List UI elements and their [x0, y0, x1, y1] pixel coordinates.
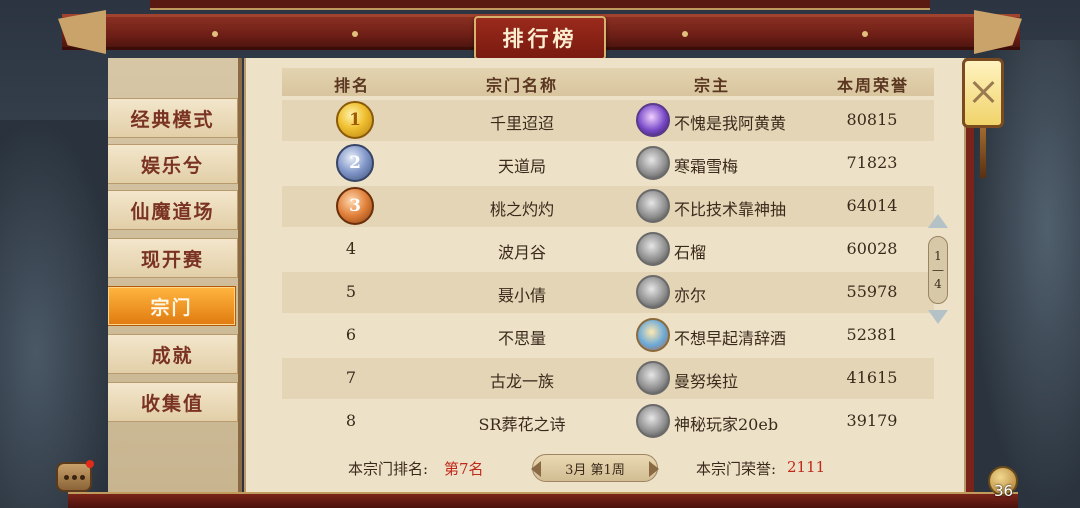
rank-number: 7: [345, 368, 357, 387]
sect-name: 桃之灼灼: [489, 200, 554, 219]
leader-name: 不比技术靠神抽: [674, 200, 787, 219]
tab-classic-mode[interactable]: 经典模式: [108, 98, 238, 138]
my-sect-honor-value: 2111: [787, 458, 826, 476]
leader-avatar[interactable]: [636, 275, 670, 309]
page-divider: —: [932, 263, 944, 277]
background-mountain-left: [0, 120, 120, 508]
leader-avatar[interactable]: [636, 189, 670, 223]
week-label: 3月 第1周: [565, 462, 625, 478]
leader-avatar[interactable]: [636, 103, 670, 137]
honor-value: 52381: [846, 325, 898, 344]
tab-open-tournament[interactable]: 现开赛: [108, 238, 238, 278]
table-row[interactable]: 6 不思量 不想早起清辞酒 52381: [282, 315, 934, 356]
scroll-up-arrow-icon[interactable]: [928, 214, 948, 228]
leader-name: 曼努埃拉: [674, 372, 739, 391]
page-current: 1: [934, 249, 942, 263]
sect-name: 波月谷: [497, 243, 546, 262]
table-row[interactable]: 1 千里迢迢 不愧是我阿黄黄 80815: [282, 100, 934, 141]
tab-immortal-demon-arena[interactable]: 仙魔道场: [108, 190, 238, 230]
sect-name: 古龙一族: [489, 372, 554, 391]
leader-avatar[interactable]: [636, 318, 670, 352]
page-indicator: 1 — 4: [928, 236, 948, 304]
rank-number: 5: [345, 282, 357, 301]
table-header: 排名 宗门名称 宗主 本周荣誉: [282, 68, 934, 96]
leader-name: 不愧是我阿黄黄: [674, 114, 787, 133]
close-icon[interactable]: [971, 80, 995, 104]
notification-dot: [86, 460, 94, 468]
table-row[interactable]: 2 天道局 寒霜雪梅 71823: [282, 143, 934, 184]
leaderboard-footer: 本宗门排名: 第7名 3月 第1周 本宗门荣誉: 2111: [246, 454, 968, 484]
table-row[interactable]: 4 波月谷 石榴 60028: [282, 229, 934, 270]
rank-number: 6: [345, 325, 357, 344]
leader-name: 寒霜雪梅: [674, 157, 739, 176]
bronze-medal-icon: 3: [336, 187, 374, 225]
sect-name: 天道局: [497, 157, 546, 176]
sect-name: 不思量: [497, 329, 546, 348]
honor-value: 80815: [846, 110, 898, 129]
bottom-beam: [68, 492, 1018, 508]
prev-week-arrow-icon[interactable]: [531, 461, 541, 477]
tab-entertainment[interactable]: 娱乐兮: [108, 144, 238, 184]
leader-avatar[interactable]: [636, 232, 670, 266]
tab-collection-value[interactable]: 收集值: [108, 382, 238, 422]
beam-stud: [862, 31, 868, 37]
rank-number: 4: [345, 239, 357, 258]
rank-number: 8: [345, 411, 357, 430]
leader-name: 神秘玩家20eb: [674, 415, 779, 434]
sect-name: SR葬花之诗: [478, 415, 566, 434]
leader-avatar[interactable]: [636, 361, 670, 395]
table-row[interactable]: 3 桃之灼灼 不比技术靠神抽 64014: [282, 186, 934, 227]
leaderboard-panel: 排名 宗门名称 宗主 本周荣誉 1 千里迢迢 不愧是我阿黄黄 80815 2 天…: [244, 58, 966, 494]
beam-stud: [352, 31, 358, 37]
top-trim: [150, 0, 930, 10]
my-sect-rank-label: 本宗门排名:: [348, 460, 429, 478]
gourd-count: 36: [994, 482, 1014, 500]
scroll-down-arrow-icon[interactable]: [928, 310, 948, 324]
title-plaque: 排行榜: [474, 16, 606, 60]
header-rank: 排名: [333, 76, 370, 95]
sect-name: 千里迢迢: [489, 114, 554, 133]
my-sect-rank-value: 第7名: [444, 460, 484, 478]
sect-name: 聂小倩: [497, 286, 546, 305]
header-sect-name: 宗门名称: [485, 76, 558, 95]
lantern-tassel: [980, 128, 986, 178]
header-leader: 宗主: [693, 76, 730, 95]
tab-sect[interactable]: 宗门: [108, 286, 236, 326]
honor-value: 55978: [846, 282, 898, 301]
honor-value: 41615: [846, 368, 898, 387]
honor-value: 64014: [846, 196, 898, 215]
leader-avatar[interactable]: [636, 146, 670, 180]
gold-medal-icon: 1: [336, 101, 374, 139]
honor-value: 60028: [846, 239, 898, 258]
tab-achievement[interactable]: 成就: [108, 334, 238, 374]
page-total: 4: [934, 277, 942, 291]
beam-stud: [682, 31, 688, 37]
my-sect-honor-label: 本宗门荣誉:: [696, 460, 777, 478]
honor-value: 71823: [846, 153, 898, 172]
page-scroller[interactable]: 1 — 4: [928, 214, 948, 324]
beam-stud: [212, 31, 218, 37]
next-week-arrow-icon[interactable]: [649, 461, 659, 477]
table-row[interactable]: 7 古龙一族 曼努埃拉 41615: [282, 358, 934, 399]
sidebar: 经典模式 娱乐兮 仙魔道场 现开赛 宗门 成就 收集值: [108, 58, 242, 494]
honor-value: 39179: [846, 411, 898, 430]
leader-name: 石榴: [674, 243, 707, 262]
header-weekly-honor: 本周荣誉: [836, 76, 909, 95]
week-selector[interactable]: 3月 第1周: [531, 454, 659, 482]
leader-name: 亦尔: [674, 286, 707, 305]
leader-avatar[interactable]: [636, 404, 670, 438]
silver-medal-icon: 2: [336, 144, 374, 182]
table-row[interactable]: 8 SR葬花之诗 神秘玩家20eb 39179: [282, 401, 934, 442]
page-title: 排行榜: [502, 26, 578, 51]
table-row[interactable]: 5 聂小倩 亦尔 55978: [282, 272, 934, 313]
leader-name: 不想早起清辞酒: [674, 329, 787, 348]
